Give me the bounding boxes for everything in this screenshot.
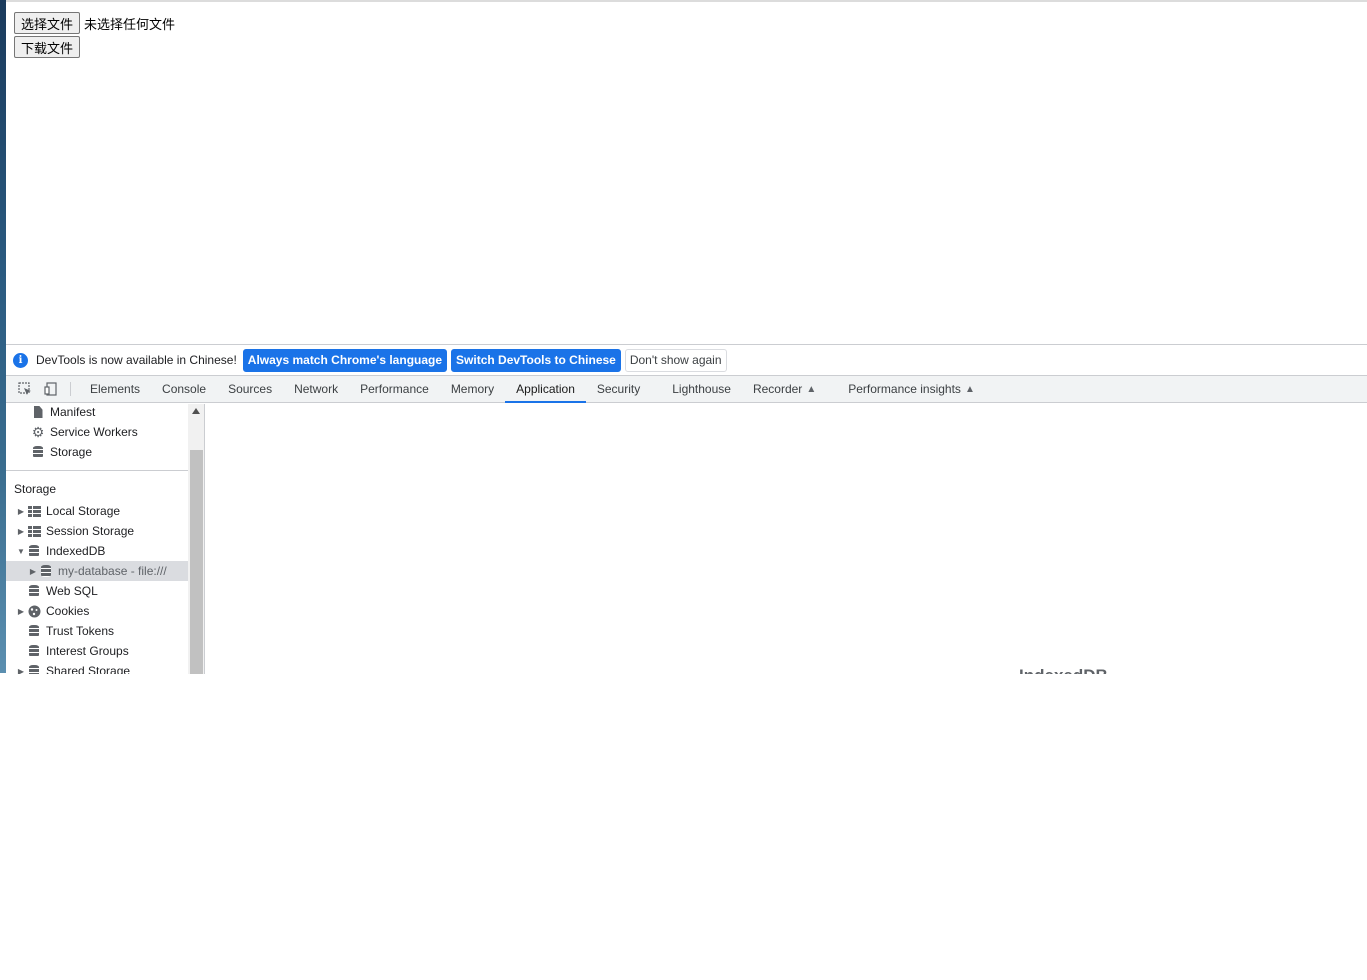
sidebar-item-indexeddb[interactable]: ▼ IndexedDB	[6, 541, 188, 561]
expand-triangle-icon[interactable]: ▶	[16, 667, 26, 675]
database-icon	[30, 445, 46, 459]
database-icon	[26, 664, 42, 674]
sidebar-item-service-workers[interactable]: ⚙ Service Workers	[6, 422, 188, 442]
gear-icon: ⚙	[31, 423, 45, 440]
expand-triangle-icon[interactable]: ▶	[16, 507, 26, 516]
choose-file-button[interactable]: 选择文件	[14, 12, 81, 34]
sidebar-item-manifest[interactable]: Manifest	[6, 404, 188, 422]
sidebar-item-web-sql[interactable]: Web SQL	[6, 581, 188, 601]
tab-performance-insights[interactable]: Performance insights ▲	[837, 376, 986, 402]
expand-triangle-icon[interactable]: ▶	[16, 607, 26, 616]
device-toolbar-icon[interactable]	[38, 376, 64, 402]
sidebar-item-label: Trust Tokens	[46, 624, 115, 638]
sidebar-item-trust-tokens[interactable]: Trust Tokens	[6, 621, 188, 641]
sidebar-item-label: Cookies	[46, 604, 90, 618]
sidebar-scrollbar[interactable]	[188, 404, 205, 674]
always-match-language-button[interactable]: Always match Chrome's language	[242, 348, 448, 372]
toolbar-divider	[70, 382, 71, 396]
tab-security[interactable]: Security	[586, 376, 651, 402]
tab-performance-insights-label: Performance insights	[848, 382, 961, 396]
tab-memory[interactable]: Memory	[440, 376, 505, 402]
sidebar-item-local-storage[interactable]: ▶ Local Storage	[6, 501, 188, 521]
sidebar-item-label: Interest Groups	[46, 644, 129, 658]
expand-triangle-icon[interactable]: ▶	[16, 527, 26, 536]
download-file-button[interactable]: 下载文件	[14, 36, 81, 58]
sidebar-item-cookies[interactable]: ▶ Cookies	[6, 601, 188, 621]
sidebar-item-label: Shared Storage	[46, 664, 131, 674]
sidebar-item-label: Manifest	[50, 405, 96, 419]
application-sidebar: Manifest ⚙ Service Workers Storage Stora…	[6, 404, 188, 674]
storage-section-header: Storage	[14, 482, 57, 496]
table-icon	[26, 504, 42, 518]
database-icon	[26, 544, 42, 558]
indexeddb-content-pane: IndexedDB	[206, 404, 1367, 674]
sidebar-item-label: Storage	[50, 445, 93, 459]
tab-lighthouse[interactable]: Lighthouse	[661, 376, 742, 402]
application-panel: Manifest ⚙ Service Workers Storage Stora…	[6, 404, 1367, 674]
sidebar-item-label: Local Storage	[46, 504, 121, 518]
table-icon	[26, 524, 42, 538]
devtools-panel: i DevTools is now available in Chinese! …	[6, 344, 1367, 674]
language-infobar: i DevTools is now available in Chinese! …	[6, 345, 1367, 376]
scrollbar-thumb[interactable]	[190, 450, 203, 674]
sidebar-item-storage-overview[interactable]: Storage	[6, 442, 188, 462]
database-icon	[26, 584, 42, 598]
scroll-up-arrow-icon[interactable]	[192, 408, 200, 414]
sidebar-item-interest-groups[interactable]: Interest Groups	[6, 641, 188, 661]
sidebar-item-label: my-database - file:///	[58, 564, 167, 578]
database-icon	[38, 564, 54, 578]
sidebar-item-label: Service Workers	[50, 425, 138, 439]
tab-performance[interactable]: Performance	[349, 376, 440, 402]
expand-triangle-icon[interactable]: ▶	[28, 567, 38, 576]
file-status-text: 未选择任何文件	[84, 17, 176, 33]
infobar-message: DevTools is now available in Chinese!	[36, 353, 237, 367]
tab-sources[interactable]: Sources	[217, 376, 283, 402]
sidebar-item-shared-storage[interactable]: ▶ Shared Storage	[6, 661, 188, 674]
sidebar-divider	[6, 470, 188, 471]
switch-to-chinese-button[interactable]: Switch DevTools to Chinese	[451, 348, 621, 372]
tab-network[interactable]: Network	[283, 376, 349, 402]
tab-console[interactable]: Console	[151, 376, 217, 402]
sidebar-item-label: Session Storage	[46, 524, 135, 538]
experiment-flask-icon: ▲	[806, 383, 817, 395]
content-title: IndexedDB	[1019, 666, 1108, 674]
document-icon	[30, 405, 46, 419]
file-input[interactable]: 选择文件 未选择任何文件	[14, 12, 175, 34]
inspect-element-icon[interactable]	[12, 376, 38, 402]
database-icon	[26, 624, 42, 638]
experiment-flask-icon: ▲	[964, 383, 975, 395]
cookie-icon	[26, 604, 42, 618]
dont-show-again-button[interactable]: Don't show again	[624, 348, 727, 372]
tab-recorder[interactable]: Recorder ▲	[742, 376, 827, 402]
tab-application[interactable]: Application	[505, 376, 586, 403]
collapse-triangle-icon[interactable]: ▼	[16, 547, 26, 556]
sidebar-item-my-database[interactable]: ▶ my-database - file:///	[6, 561, 188, 581]
devtools-tabbar: Elements Console Sources Network Perform…	[6, 376, 1367, 403]
sidebar-item-label: IndexedDB	[46, 544, 106, 558]
info-icon: i	[13, 352, 28, 368]
tab-elements[interactable]: Elements	[79, 376, 151, 402]
database-icon	[26, 644, 42, 658]
sidebar-item-session-storage[interactable]: ▶ Session Storage	[6, 521, 188, 541]
sidebar-item-label: Web SQL	[46, 584, 98, 598]
tab-recorder-label: Recorder	[752, 382, 803, 396]
page-viewport: 选择文件 未选择任何文件 下载文件	[6, 0, 1367, 345]
